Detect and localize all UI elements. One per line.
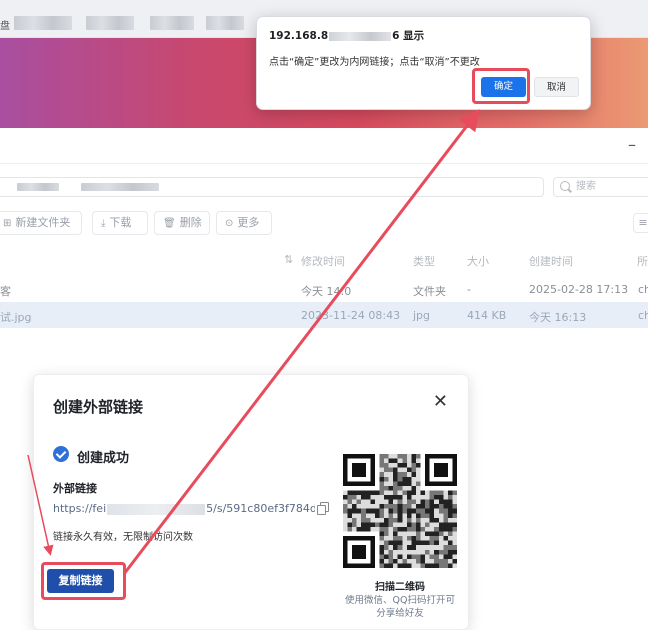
arrow-to-ok-button: [122, 109, 480, 575]
annotation-arrows: [27, 109, 480, 575]
arrow-to-copy-button: [27, 454, 54, 556]
